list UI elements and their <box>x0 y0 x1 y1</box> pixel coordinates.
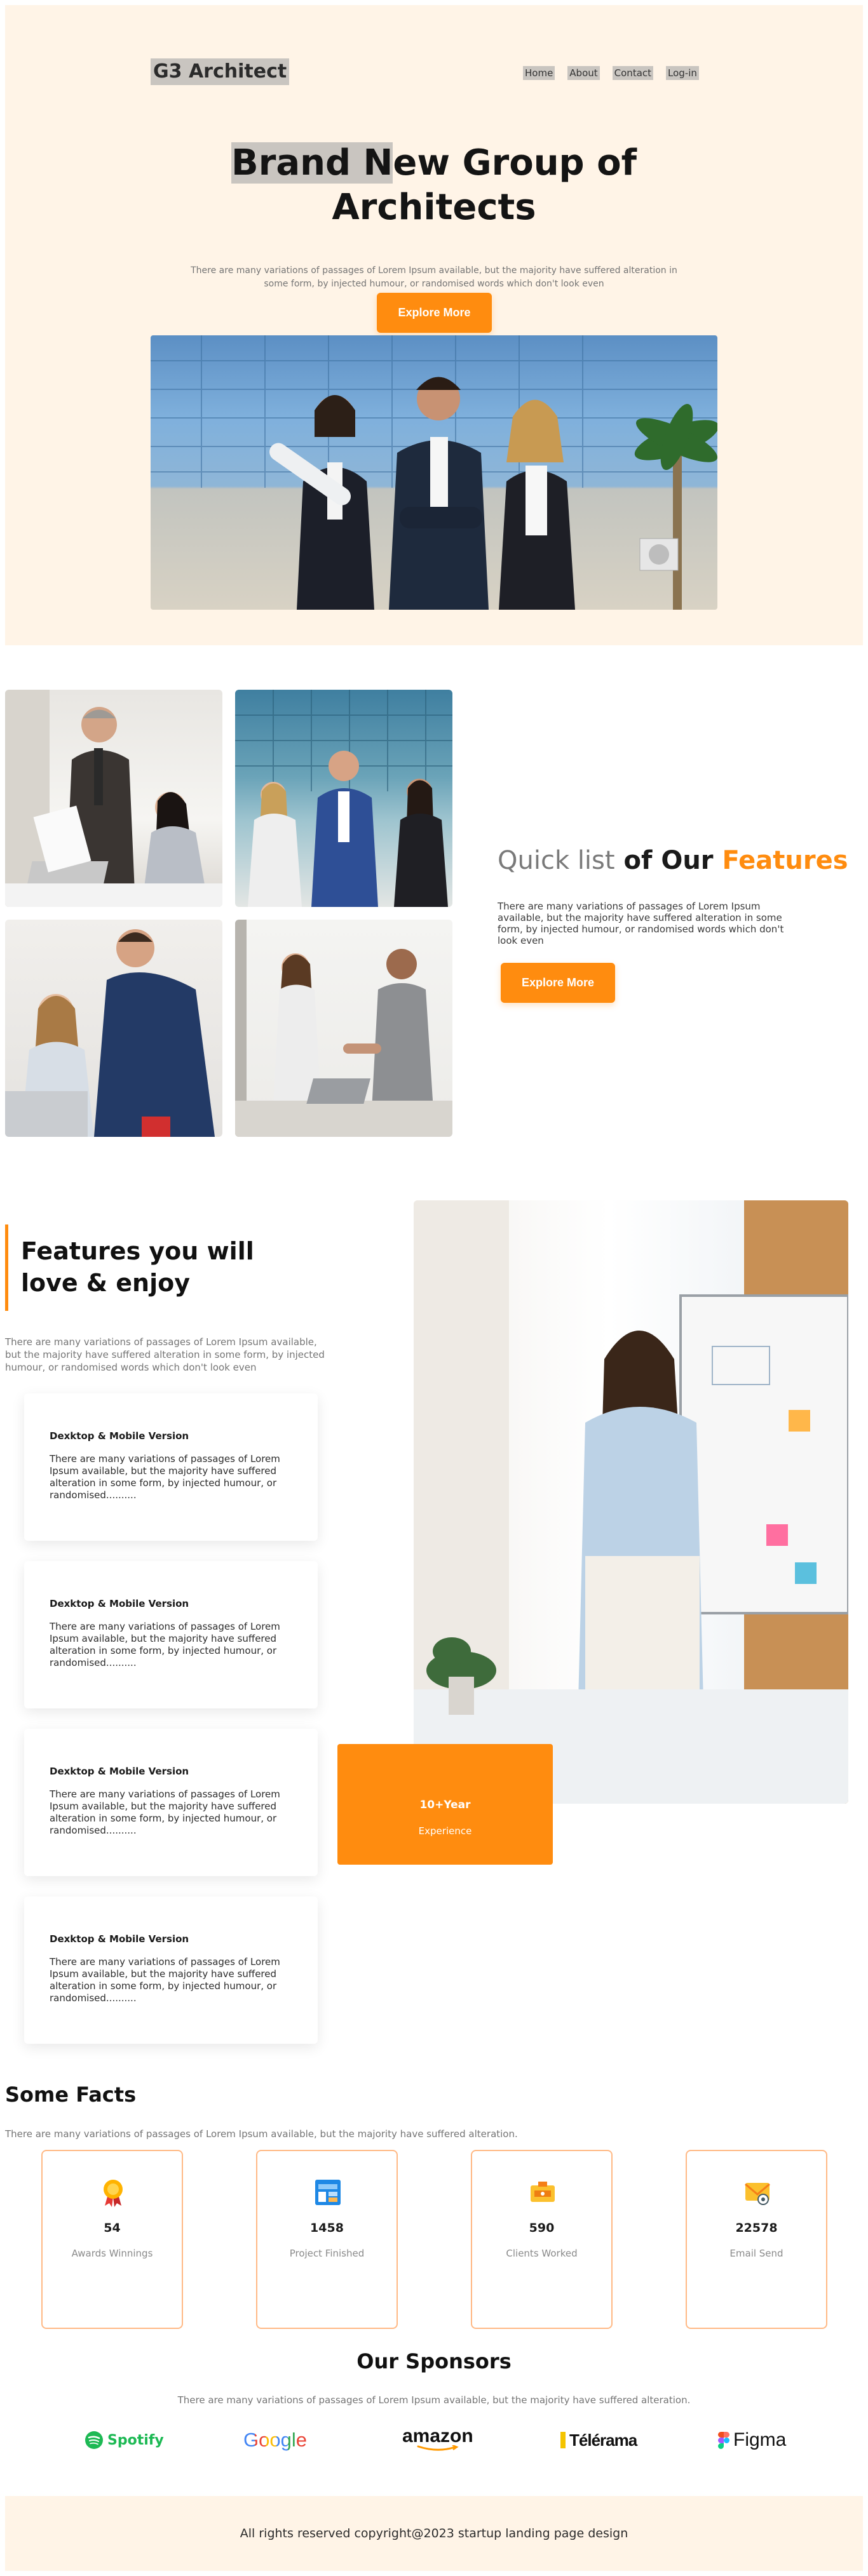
feature-card-text: There are many variations of passages of… <box>50 1788 280 1836</box>
quicklist-photo-laptop-illustration <box>5 929 215 1137</box>
feature-card: Dexktop & Mobile Version There are many … <box>24 1561 318 1708</box>
project-board-icon <box>315 2180 341 2205</box>
sponsor-name: Google <box>243 2429 307 2451</box>
site-logo[interactable]: G3 Architect <box>151 58 290 85</box>
fact-label: Email Send <box>729 2248 783 2259</box>
quicklist-photo-handshake <box>235 920 452 1137</box>
site-footer: All rights reserved copyright@2023 start… <box>5 2496 863 2571</box>
nav-home-link[interactable]: Home <box>523 66 555 80</box>
nav-login-link[interactable]: Log-in <box>666 66 699 80</box>
feature-card-title: Dexktop & Mobile Version <box>50 1766 189 1777</box>
main-nav: Home About Contact Log-in <box>523 66 699 80</box>
quicklist-title-part1: Quick list <box>498 846 615 875</box>
sponsor-logo-figma[interactable]: Figma <box>718 2427 786 2453</box>
nav-about-link[interactable]: About <box>567 66 600 80</box>
features-title: Features you will love & enjoy <box>21 1237 254 1297</box>
quicklist-photo-team-illustration <box>235 690 452 907</box>
features-subtitle: There are many variations of passages of… <box>5 1336 325 1373</box>
telerama-mark-icon <box>560 2432 566 2448</box>
quicklist-explore-button[interactable]: Explore More <box>501 963 615 1003</box>
feature-card-title: Dexktop & Mobile Version <box>50 1933 189 1945</box>
features-woman-photo-illustration <box>414 1200 848 1804</box>
hero-title-line2: Architects <box>332 187 536 228</box>
feature-card-title: Dexktop & Mobile Version <box>50 1598 189 1609</box>
feature-card: Dexktop & Mobile Version There are many … <box>24 1393 318 1541</box>
feature-card-text: There are many variations of passages of… <box>50 1453 280 1501</box>
feature-card-title: Dexktop & Mobile Version <box>50 1430 189 1442</box>
hero-section: G3 Architect Home About Contact Log-in B… <box>5 5 863 645</box>
footer-copyright: All rights reserved copyright@2023 start… <box>240 2526 628 2540</box>
feature-card: Dexktop & Mobile Version There are many … <box>24 1729 318 1876</box>
sponsor-name: Spotify <box>107 2432 164 2448</box>
features-woman-photo <box>414 1200 848 1804</box>
quicklist-photo-handshake-illustration <box>235 920 452 1137</box>
amazon-smile-icon <box>417 2445 459 2451</box>
fact-label: Project Finished <box>289 2248 365 2259</box>
features-accent-bar <box>5 1224 8 1311</box>
fact-number: 54 <box>104 2221 121 2235</box>
fact-number: 22578 <box>735 2221 778 2235</box>
quicklist-photo-meeting-illustration <box>5 690 222 907</box>
sponsor-logo-telerama[interactable]: Télérama <box>560 2427 637 2453</box>
hero-subtitle: There are many variations of passages of… <box>191 265 677 289</box>
hero-title: Brand New Group of Architects <box>5 141 863 230</box>
quicklist-description: There are many variations of passages of… <box>498 901 784 946</box>
quicklist-title: Quick list of Our Features <box>498 845 848 876</box>
quicklist-photo-meeting <box>5 690 222 907</box>
fact-label: Clients Worked <box>506 2248 578 2259</box>
experience-badge: 10+Year Experience <box>337 1744 553 1865</box>
facts-title: Some Facts <box>5 2083 137 2107</box>
fact-card-projects: 1458 Project Finished <box>256 2150 398 2329</box>
quicklist-title-part2: of Our <box>623 846 714 875</box>
hero-title-rest: ew Group of <box>393 142 637 184</box>
hero-title-highlight: Brand N <box>231 142 393 184</box>
quicklist-photo-laptop <box>5 920 222 1137</box>
quicklist-photo-team <box>235 690 452 907</box>
sponsor-name: Télérama <box>569 2430 637 2450</box>
fact-card-clients: 590 Clients Worked <box>471 2150 613 2329</box>
sponsor-logo-spotify[interactable]: Spotify <box>85 2427 164 2453</box>
feature-card-text: There are many variations of passages of… <box>50 1621 280 1668</box>
sponsor-name: Figma <box>733 2429 787 2450</box>
fact-number: 590 <box>529 2221 555 2235</box>
fact-card-emails: 22578 Email Send <box>686 2150 827 2329</box>
feature-card: Dexktop & Mobile Version There are many … <box>24 1896 318 2044</box>
fact-number: 1458 <box>310 2221 344 2235</box>
award-ribbon-icon <box>104 2180 123 2207</box>
facts-subtitle: There are many variations of passages of… <box>5 2128 518 2140</box>
sponsors-subtitle: There are many variations of passages of… <box>177 2394 691 2406</box>
hero-explore-button[interactable]: Explore More <box>377 293 492 333</box>
experience-label: Experience <box>418 1825 472 1837</box>
clients-badge-icon <box>531 2182 555 2202</box>
quicklist-title-part3: Features <box>722 846 848 875</box>
figma-icon <box>718 2431 729 2449</box>
hero-team-photo <box>151 335 717 610</box>
hero-photo-illustration <box>151 335 717 610</box>
sponsor-logo-amazon[interactable]: amazon <box>402 2427 473 2453</box>
sponsor-name: amazon <box>402 2425 473 2446</box>
nav-contact-link[interactable]: Contact <box>612 66 654 80</box>
sponsors-title: Our Sponsors <box>356 2349 512 2373</box>
experience-years: 10+Year <box>419 1799 471 1811</box>
spotify-icon <box>85 2431 103 2449</box>
email-envelope-icon <box>745 2183 770 2205</box>
fact-card-awards: 54 Awards Winnings <box>41 2150 183 2329</box>
feature-card-text: There are many variations of passages of… <box>50 1956 280 2004</box>
sponsor-logo-google[interactable]: Google <box>243 2427 307 2453</box>
fact-label: Awards Winnings <box>71 2248 153 2259</box>
